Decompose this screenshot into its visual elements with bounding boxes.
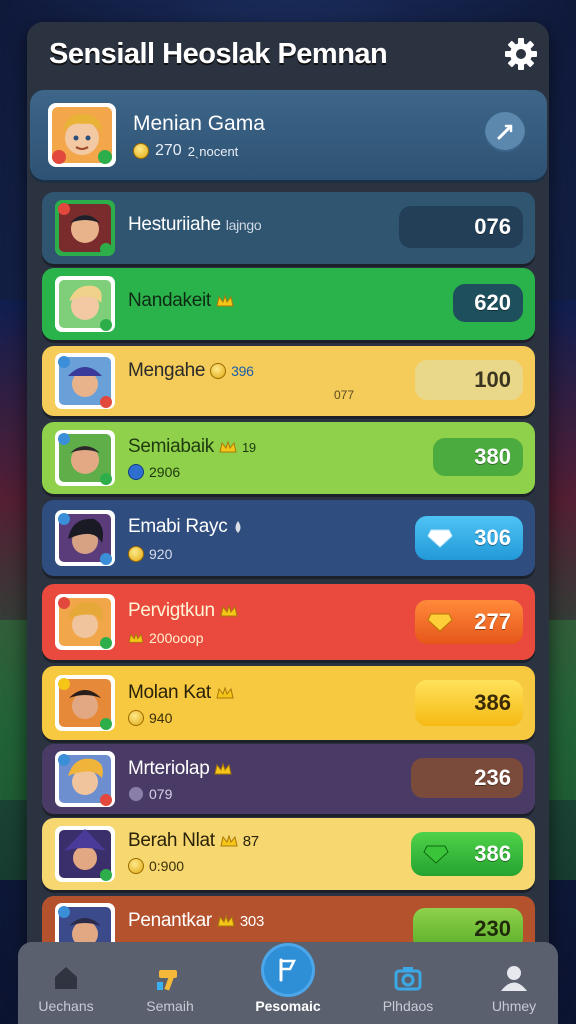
crown-icon xyxy=(220,834,238,847)
player-name: Emabi Rayc xyxy=(128,516,244,538)
player-score: 380 xyxy=(433,438,523,476)
player-avatar xyxy=(54,750,116,808)
nav-item-active[interactable]: Pesomaic xyxy=(240,946,336,1022)
nav-label: Plhdaos xyxy=(382,998,434,1014)
player-row[interactable]: Mrteriolap 079 236 xyxy=(42,744,535,814)
player-avatar xyxy=(54,593,116,651)
nav-item-home[interactable]: Uechans xyxy=(18,952,114,1022)
hammer-icon xyxy=(157,970,177,991)
coin-icon xyxy=(128,546,144,562)
player-tag: lajngo xyxy=(225,217,262,233)
player-name: Mengahe 396 xyxy=(128,360,254,381)
featured-stats: 270 2ˎnocent xyxy=(133,142,238,160)
crown-icon xyxy=(217,914,235,927)
player-row[interactable]: Molan Kat 940 386 xyxy=(42,666,535,740)
player-sub: 940 xyxy=(128,710,172,726)
player-sub: 0:900 xyxy=(128,858,184,874)
coin-icon xyxy=(128,786,144,802)
pencil-icon xyxy=(497,124,513,140)
crown-icon xyxy=(216,686,234,699)
nav-label: Semaih xyxy=(146,998,194,1014)
player-sub: 2906 xyxy=(128,464,180,480)
player-row[interactable]: Nandakeit 620 xyxy=(42,268,535,340)
player-row[interactable]: Semiabaik 19 2906 380 xyxy=(42,422,535,494)
player-row[interactable]: Emabi Rayc 920 306 xyxy=(42,500,535,576)
player-avatar xyxy=(54,825,116,883)
player-name: Pervigtkun xyxy=(128,600,238,622)
crown-icon xyxy=(216,294,234,307)
crown-icon xyxy=(220,604,238,617)
player-name: Semiabaik 19 xyxy=(128,436,256,457)
coin-icon xyxy=(128,858,144,874)
crown-icon xyxy=(128,632,144,643)
featured-coins: 270 xyxy=(155,142,182,159)
player-score: 386 xyxy=(411,832,523,876)
featured-player-card[interactable]: Menian Gama 270 2ˎnocent xyxy=(30,90,547,180)
player-avatar xyxy=(54,275,116,333)
crown-icon xyxy=(214,762,233,775)
coin-icon xyxy=(210,362,227,379)
player-row[interactable]: Mengahe 396 077 100 xyxy=(42,346,535,416)
player-tag: 396 xyxy=(231,363,254,379)
coin-icon xyxy=(133,143,149,159)
nav-label: Uechans xyxy=(38,998,94,1014)
player-name: Nandakeit xyxy=(128,290,234,312)
player-avatar xyxy=(54,352,116,410)
nav-label: Pesomaic xyxy=(255,998,321,1014)
player-name: Molan Kat xyxy=(128,682,234,704)
flag-icon xyxy=(279,958,297,982)
player-score: 386 xyxy=(415,680,523,726)
player-score: 236 xyxy=(411,758,523,798)
player-score: 306 xyxy=(415,516,523,560)
home-icon xyxy=(55,967,77,989)
page-title: Sensiall Heoslak Pemnan xyxy=(49,38,388,70)
featured-name: Menian Gama xyxy=(133,112,265,135)
bottom-nav: Uechans Semaih Pesomaic Plhdaos Uhmey xyxy=(18,942,558,1024)
active-tab-bubble xyxy=(264,946,312,994)
nav-item-profile[interactable]: Uhmey xyxy=(466,952,562,1022)
player-score: 277 xyxy=(415,600,523,644)
drop-icon xyxy=(235,520,241,533)
camera-icon xyxy=(394,967,422,991)
diamond-icon xyxy=(427,613,453,632)
player-tag: 87 xyxy=(242,833,259,850)
player-score: 100 xyxy=(415,360,523,400)
player-name: Hesturiiahe lajngo xyxy=(128,214,262,235)
nav-item-build[interactable]: Semaih xyxy=(122,952,218,1022)
player-score: 620 xyxy=(453,284,523,322)
diamond-icon xyxy=(427,529,453,548)
player-sub: 077 xyxy=(334,388,355,402)
nav-label: Uhmey xyxy=(491,998,537,1014)
coin-icon xyxy=(128,464,144,480)
player-sub: 200ooop xyxy=(128,630,204,646)
player-name: Penantkar 303 xyxy=(128,910,265,931)
crown-icon xyxy=(219,440,237,453)
diamond-icon xyxy=(423,845,449,864)
player-sub: 079 xyxy=(128,786,172,802)
settings-gear-icon[interactable] xyxy=(503,36,539,72)
player-name: Berah Nlat 87 xyxy=(128,830,259,851)
player-avatar xyxy=(54,509,116,567)
profile-icon xyxy=(501,966,527,991)
nav-item-photos[interactable]: Plhdaos xyxy=(360,952,456,1022)
player-row[interactable]: Berah Nlat 87 0:900 386 xyxy=(42,818,535,890)
player-name: Mrteriolap xyxy=(128,758,233,780)
player-sub: 920 xyxy=(128,546,172,562)
player-tag: 303 xyxy=(239,913,265,930)
player-avatar xyxy=(54,199,116,257)
player-avatar xyxy=(54,674,116,732)
player-score: 076 xyxy=(399,206,523,248)
featured-sub: 2ˎnocent xyxy=(187,143,239,159)
player-row[interactable]: Pervigtkun 200ooop 277 xyxy=(42,584,535,660)
edit-button[interactable] xyxy=(485,112,525,152)
player-avatar xyxy=(54,429,116,487)
player-row[interactable]: Hesturiiahe lajngo 076 xyxy=(42,192,535,264)
player-tag: 19 xyxy=(241,440,256,455)
featured-avatar xyxy=(47,102,117,168)
coin-icon xyxy=(128,710,144,726)
